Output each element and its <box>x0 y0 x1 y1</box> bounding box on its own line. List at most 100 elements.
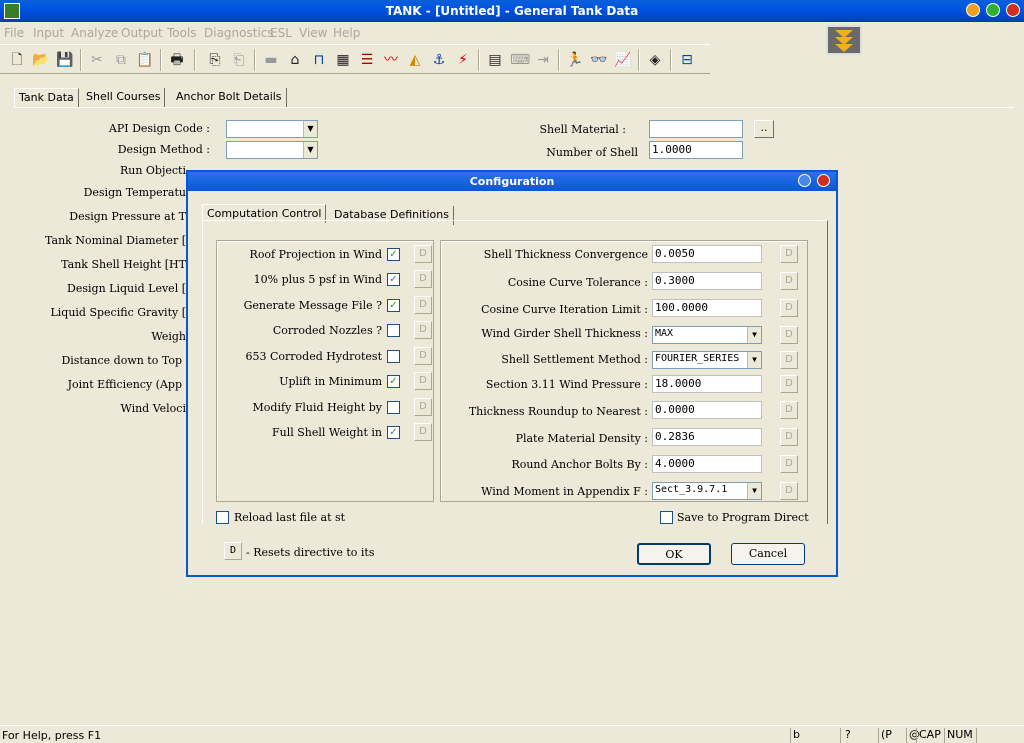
design-temperature-label: Design Temperatu <box>83 186 186 199</box>
wave-icon[interactable]: 〰 <box>382 51 400 69</box>
maximize-button[interactable] <box>986 3 1000 17</box>
corroded-hydrotest-default-button[interactable]: D <box>414 347 432 365</box>
menu-file[interactable]: File <box>4 26 24 40</box>
menu-esl[interactable]: ESL <box>270 26 292 40</box>
wind-girder-shell-thickness-default-button[interactable]: D <box>780 326 798 344</box>
cut-icon[interactable]: ✂ <box>88 51 106 69</box>
paste-doc-icon[interactable]: ⎗ <box>230 51 248 69</box>
shell-material-field[interactable] <box>649 120 743 138</box>
keyboard-icon[interactable]: ⌨ <box>510 51 530 69</box>
modify-fluid-height-checkbox[interactable] <box>387 401 400 414</box>
thickness-roundup-field[interactable]: 0.0000 <box>652 401 762 419</box>
uplift-minimum-default-button[interactable]: D <box>414 372 432 390</box>
full-shell-weight-default-button[interactable]: D <box>414 423 432 441</box>
ten-percent-wind-default-button[interactable]: D <box>414 270 432 288</box>
roof-projection-checkbox[interactable]: ✓ <box>387 248 400 261</box>
plate-material-density-field[interactable]: 0.2836 <box>652 428 762 446</box>
number-of-shell-field[interactable]: 1.0000 <box>649 141 743 159</box>
ladder-icon[interactable]: ☰ <box>358 51 376 69</box>
menu-tools[interactable]: Tools <box>167 26 197 40</box>
api-design-code-select[interactable]: ▼ <box>226 120 318 138</box>
runner-icon[interactable]: 🏃 <box>566 51 584 69</box>
menu-analyze[interactable]: Analyze <box>71 26 118 40</box>
save-icon[interactable]: 💾 <box>56 51 74 69</box>
esl-icon[interactable]: ⊟ <box>678 51 696 69</box>
open-folder-icon[interactable]: 📂 <box>32 51 50 69</box>
thickness-roundup-default-button[interactable]: D <box>780 401 798 419</box>
menu-help[interactable]: Help <box>333 26 360 40</box>
chevron-down-icon[interactable]: ▼ <box>303 121 317 137</box>
shell-material-browse-button[interactable]: .. <box>754 120 774 138</box>
status-cell: ? <box>840 728 880 743</box>
menu-view[interactable]: View <box>299 26 327 40</box>
grid-icon[interactable]: ▦ <box>334 51 352 69</box>
menu-output[interactable]: Output <box>121 26 163 40</box>
cosine-curve-tolerance-default-button[interactable]: D <box>780 272 798 290</box>
generate-message-file-checkbox[interactable]: ✓ <box>387 299 400 312</box>
full-shell-weight-checkbox[interactable]: ✓ <box>387 426 400 439</box>
block-icon[interactable]: ▬ <box>262 51 280 69</box>
round-anchor-bolts-field[interactable]: 4.0000 <box>652 455 762 473</box>
cosine-curve-iteration-limit-default-button[interactable]: D <box>780 299 798 317</box>
shell-settlement-method-select[interactable]: FOURIER_SERIES ▼ <box>652 351 762 369</box>
shell-settlement-method-default-button[interactable]: D <box>780 351 798 369</box>
glasses-icon[interactable]: 👓 <box>590 51 608 69</box>
section-wind-pressure-field[interactable]: 18.0000 <box>652 375 762 393</box>
design-method-select[interactable]: ▼ <box>226 141 318 159</box>
cosine-curve-tolerance-field[interactable]: 0.3000 <box>652 272 762 290</box>
default-legend-text: - Resets directive to its <box>246 546 375 559</box>
section-wind-pressure-default-button[interactable]: D <box>780 375 798 393</box>
corroded-hydrotest-label: 653 Corroded Hydrotest <box>245 350 383 363</box>
tag-icon[interactable]: ◈ <box>646 51 664 69</box>
tab-tank-data[interactable]: Tank Data <box>14 88 79 108</box>
roof-projection-default-button[interactable]: D <box>414 245 432 263</box>
run-objective-label: Run Objecti <box>119 164 186 177</box>
shell-thickness-convergence-field[interactable]: 0.0050 <box>652 245 762 263</box>
corroded-hydrotest-checkbox[interactable] <box>387 350 400 363</box>
ok-button[interactable]: OK <box>637 543 711 565</box>
save-to-program-directory-checkbox[interactable] <box>660 511 673 524</box>
print-icon[interactable]: 🖶 <box>168 51 186 69</box>
help-icon[interactable] <box>798 174 811 187</box>
chevron-down-icon[interactable]: ▼ <box>303 142 317 158</box>
uplift-minimum-checkbox[interactable]: ✓ <box>387 375 400 388</box>
plate-material-density-default-button[interactable]: D <box>780 428 798 446</box>
reload-last-file-checkbox[interactable] <box>216 511 229 524</box>
wind-girder-shell-thickness-select[interactable]: MAX ▼ <box>652 326 762 344</box>
anchor-icon[interactable]: ⚓ <box>430 51 448 69</box>
wind-icon[interactable]: ⊓ <box>310 51 328 69</box>
round-anchor-bolts-default-button[interactable]: D <box>780 455 798 473</box>
generate-message-file-default-button[interactable]: D <box>414 296 432 314</box>
copy-icon[interactable]: ⧉ <box>112 51 130 69</box>
chevron-down-icon[interactable]: ▼ <box>747 352 761 368</box>
analyze-icon[interactable]: ⚡ <box>454 51 472 69</box>
ten-percent-wind-checkbox[interactable]: ✓ <box>387 273 400 286</box>
graph-icon[interactable]: 📈 <box>614 51 632 69</box>
corroded-nozzles-checkbox[interactable] <box>387 324 400 337</box>
wind-moment-appendix-f-default-button[interactable]: D <box>780 482 798 500</box>
close-button[interactable] <box>1006 3 1020 17</box>
new-file-icon[interactable]: 🗋 <box>8 51 26 69</box>
wind-moment-appendix-f-select[interactable]: Sect_3.9.7.1 ▼ <box>652 482 762 500</box>
paste-icon[interactable]: 📋 <box>136 51 154 69</box>
menu-diagnostics[interactable]: Diagnostics <box>204 26 274 40</box>
cosine-curve-iteration-limit-field[interactable]: 100.0000 <box>652 299 762 317</box>
report-icon[interactable]: ▤ <box>486 51 504 69</box>
seismic-icon[interactable]: ◭ <box>406 51 424 69</box>
close-icon[interactable] <box>817 174 830 187</box>
tab-shell-courses[interactable]: Shell Courses <box>82 88 166 108</box>
menu-bar: File Input Analyze Output Tools Diagnost… <box>0 22 1024 42</box>
default-legend-icon: D <box>224 542 242 560</box>
menu-input[interactable]: Input <box>33 26 64 40</box>
chevron-down-icon[interactable]: ▼ <box>747 327 761 343</box>
export-icon[interactable]: ⇥ <box>534 51 552 69</box>
chevron-down-icon[interactable]: ▼ <box>747 483 761 499</box>
cancel-button[interactable]: Cancel <box>731 543 805 565</box>
roof-icon[interactable]: ⌂ <box>286 51 304 69</box>
modify-fluid-height-default-button[interactable]: D <box>414 398 432 416</box>
copy-doc-icon[interactable]: ⎘ <box>206 51 224 69</box>
tab-anchor-bolt-details[interactable]: Anchor Bolt Details <box>172 88 287 108</box>
shell-thickness-convergence-default-button[interactable]: D <box>780 245 798 263</box>
corroded-nozzles-default-button[interactable]: D <box>414 321 432 339</box>
minimize-button[interactable] <box>966 3 980 17</box>
